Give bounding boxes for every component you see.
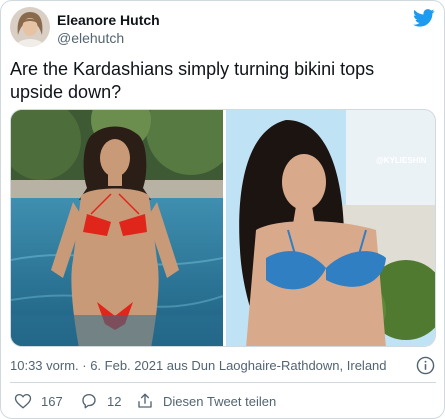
share-icon (138, 393, 152, 408)
tweet-photo-1[interactable] (11, 110, 223, 346)
author-display-name[interactable]: Eleanore Hutch (57, 12, 160, 28)
tweet-card: Eleanore Hutch @elehutch Are the Kardash… (0, 0, 445, 419)
heart-icon (14, 393, 32, 409)
like-button[interactable]: 167 (14, 389, 63, 413)
reply-button[interactable]: 12 (80, 389, 121, 413)
tweet-actions: 167 12 Diesen Tweet teilen (10, 389, 436, 413)
reply-count: 12 (107, 393, 122, 409)
tweet-timestamp[interactable]: 10:33 vorm. · 6. Feb. 2021 aus Dun Laogh… (10, 358, 387, 373)
like-count: 167 (41, 393, 63, 409)
tweet-header: Eleanore Hutch @elehutch (10, 7, 435, 49)
photo-tag-kylieshin: @KYLIESHIN (376, 156, 427, 165)
twitter-bird-icon[interactable] (413, 9, 435, 27)
author-handle[interactable]: @elehutch (57, 30, 124, 46)
info-icon[interactable] (416, 356, 435, 375)
avatar[interactable] (10, 7, 50, 47)
tweet-text: Are the Kardashians simply turning bikin… (10, 59, 375, 102)
share-button[interactable]: Diesen Tweet teilen (136, 389, 276, 413)
tweet-media: @KYLIESHIN (10, 109, 436, 347)
reply-icon (82, 393, 96, 409)
divider (10, 382, 436, 383)
share-label: Diesen Tweet teilen (163, 393, 277, 409)
tweet-photo-2[interactable]: @KYLIESHIN (226, 110, 435, 346)
